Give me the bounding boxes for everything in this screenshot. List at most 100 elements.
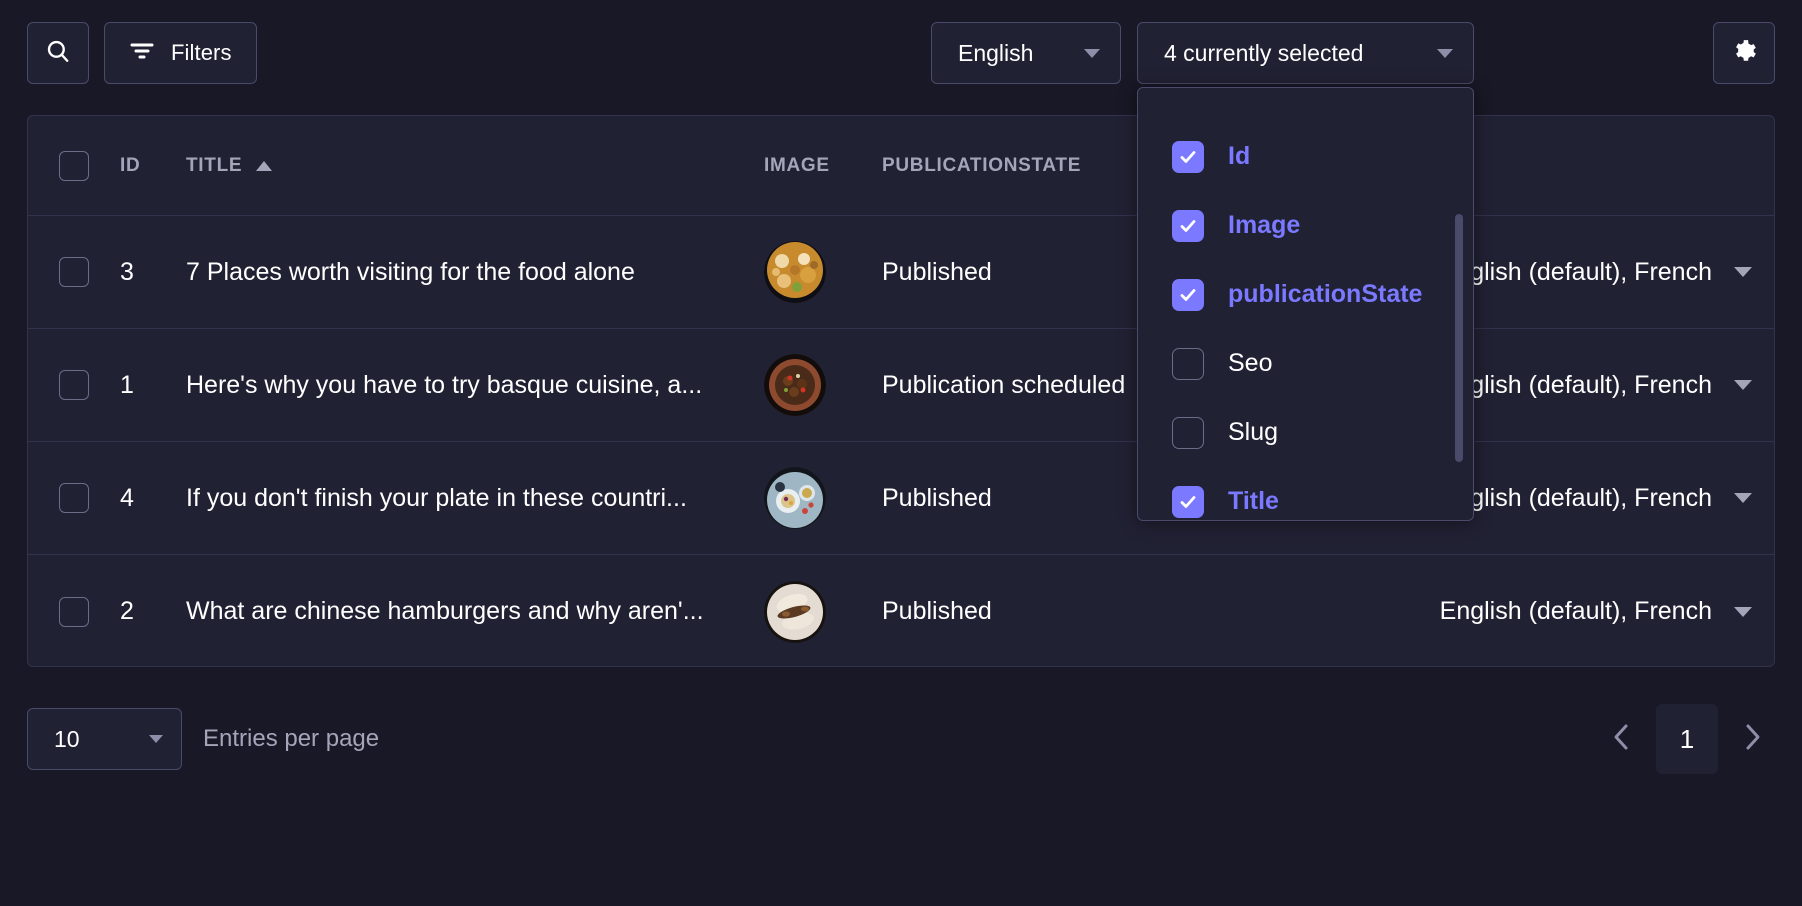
row-checkbox[interactable] — [59, 483, 89, 513]
checkbox-checked-icon[interactable] — [1172, 209, 1204, 242]
row-select-cell — [28, 370, 120, 400]
filters-button[interactable]: Filters — [104, 22, 257, 84]
cell-id: 2 — [120, 597, 186, 626]
chevron-down-icon — [1437, 48, 1453, 58]
select-all-checkbox[interactable] — [59, 150, 89, 181]
cell-id: 1 — [120, 371, 186, 400]
cell-id-value: 3 — [120, 257, 134, 286]
checkbox-checked-icon[interactable] — [1172, 278, 1204, 311]
column-header-publicationstate-label: PUBLICATIONSTATE — [882, 154, 1082, 176]
cell-id-value: 4 — [120, 483, 134, 512]
filter-icon — [129, 40, 155, 67]
cell-id-value: 1 — [120, 370, 134, 399]
chevron-down-icon[interactable] — [1734, 493, 1752, 503]
cell-id-value: 2 — [120, 597, 134, 625]
table-header-row: ID TITLE IMAGE PUBLICATIONSTATE — [28, 116, 1774, 216]
content-manager-list-view: Filters English 4 currently selected ID … — [0, 0, 1802, 906]
entries-per-page-label: Entries per page — [203, 725, 380, 752]
search-button[interactable] — [27, 22, 89, 84]
fields-select-value: 4 currently selected — [1164, 39, 1364, 66]
sandwich-thumbnail — [764, 580, 826, 643]
language-select[interactable]: English — [931, 22, 1121, 84]
chevron-down-icon — [1084, 48, 1100, 58]
cell-title: What are chinese hamburgers and why aren… — [186, 597, 764, 626]
page-number-1[interactable]: 1 — [1656, 704, 1718, 774]
entries-table: ID TITLE IMAGE PUBLICATIONSTATE 3 7 Plac… — [27, 115, 1775, 667]
chevron-right-icon — [1742, 721, 1764, 758]
cell-title-value: If you don't finish your plate in these … — [186, 483, 687, 512]
fields-option-label: Slug — [1228, 418, 1279, 446]
fields-option-seo[interactable]: Seo — [1138, 329, 1473, 398]
column-header-image[interactable]: IMAGE — [764, 155, 882, 177]
row-checkbox[interactable] — [59, 596, 89, 627]
column-header-id[interactable]: ID — [120, 155, 186, 177]
fields-option-slug[interactable]: Slug — [1138, 398, 1473, 467]
cell-title-value: Here's why you have to try basque cuisin… — [186, 370, 703, 399]
row-checkbox[interactable] — [59, 257, 89, 287]
cell-publicationstate-value: Published — [882, 257, 992, 286]
cell-locales-value: English (default), French — [1439, 483, 1712, 512]
column-header-id-label: ID — [120, 154, 141, 176]
cell-image — [764, 241, 882, 303]
cell-title: If you don't finish your plate in these … — [186, 484, 764, 513]
previous-page-button[interactable] — [1594, 704, 1648, 774]
cell-title-value: 7 Places worth visiting for the food alo… — [186, 257, 635, 286]
chevron-down-icon[interactable] — [1734, 267, 1752, 277]
language-select-value: English — [958, 39, 1034, 66]
row-select-cell — [28, 483, 120, 513]
fields-select[interactable]: 4 currently selected — [1137, 22, 1474, 84]
chili-bowl-thumbnail — [764, 354, 826, 416]
fields-option-label: Title — [1228, 487, 1279, 515]
cell-locales-value: English (default), French — [1439, 597, 1712, 625]
row-select-cell — [28, 257, 120, 287]
chevron-down-icon[interactable] — [1734, 380, 1752, 390]
chevron-down-icon — [149, 735, 163, 743]
gear-icon — [1731, 38, 1757, 69]
cell-locales-value: English (default), French — [1439, 257, 1712, 286]
cell-id: 3 — [120, 258, 186, 287]
fields-option-label: Seo — [1228, 349, 1273, 377]
checkbox-checked-icon[interactable] — [1172, 485, 1204, 518]
cell-publicationstate: Published — [882, 597, 1182, 626]
table-row[interactable]: 3 7 Places worth visiting for the food a… — [28, 216, 1774, 329]
cell-publicationstate-value: Published — [882, 483, 992, 512]
fields-option-image[interactable]: Image — [1138, 191, 1473, 260]
fields-option-label: publicationState — [1228, 280, 1423, 308]
fields-option-label: Id — [1228, 142, 1251, 170]
fields-option-id[interactable]: Id — [1138, 122, 1473, 191]
sort-ascending-icon[interactable] — [256, 160, 273, 171]
cell-title: Here's why you have to try basque cuisin… — [186, 371, 764, 400]
table-row[interactable]: 4 If you don't finish your plate in thes… — [28, 442, 1774, 555]
table-footer: 10 Entries per page 1 — [0, 690, 1802, 800]
row-select-cell — [28, 596, 120, 627]
row-checkbox[interactable] — [59, 370, 89, 400]
fields-dropdown-popover: Id Image publicationState Seo Slug Title — [1137, 87, 1474, 521]
chevron-left-icon — [1610, 721, 1632, 758]
page-size-select[interactable]: 10 — [27, 708, 182, 770]
column-header-image-label: IMAGE — [764, 154, 830, 176]
cell-publicationstate-value: Published — [882, 597, 992, 625]
column-header-title[interactable]: TITLE — [186, 155, 764, 177]
checkbox-unchecked-icon[interactable] — [1172, 347, 1204, 380]
next-page-button[interactable] — [1726, 704, 1780, 774]
settings-button[interactable] — [1713, 22, 1775, 84]
seafood-paella-thumbnail — [764, 241, 826, 303]
chevron-down-icon[interactable] — [1734, 606, 1752, 617]
table-row[interactable]: 2 What are chinese hamburgers and why ar… — [28, 555, 1774, 666]
dropdown-scrollbar[interactable] — [1455, 214, 1463, 462]
fields-option-publicationstate[interactable]: publicationState — [1138, 260, 1473, 329]
cell-publicationstate-value: Publication scheduled — [882, 370, 1126, 399]
table-row[interactable]: 1 Here's why you have to try basque cuis… — [28, 329, 1774, 442]
cell-image — [764, 467, 882, 529]
checkbox-checked-icon[interactable] — [1172, 140, 1204, 173]
cell-id: 4 — [120, 484, 186, 513]
cell-title-value: What are chinese hamburgers and why aren… — [186, 597, 704, 625]
fields-option-title[interactable]: Title — [1138, 467, 1473, 520]
filters-label: Filters — [171, 40, 232, 65]
search-icon — [45, 38, 71, 69]
toolbar: Filters English 4 currently selected — [0, 0, 1802, 104]
cell-locales[interactable]: English (default), French — [1182, 597, 1774, 626]
checkbox-unchecked-icon[interactable] — [1172, 416, 1204, 449]
breakfast-plate-thumbnail — [764, 467, 826, 529]
fields-dropdown-list: Id Image publicationState Seo Slug Title — [1138, 88, 1473, 520]
